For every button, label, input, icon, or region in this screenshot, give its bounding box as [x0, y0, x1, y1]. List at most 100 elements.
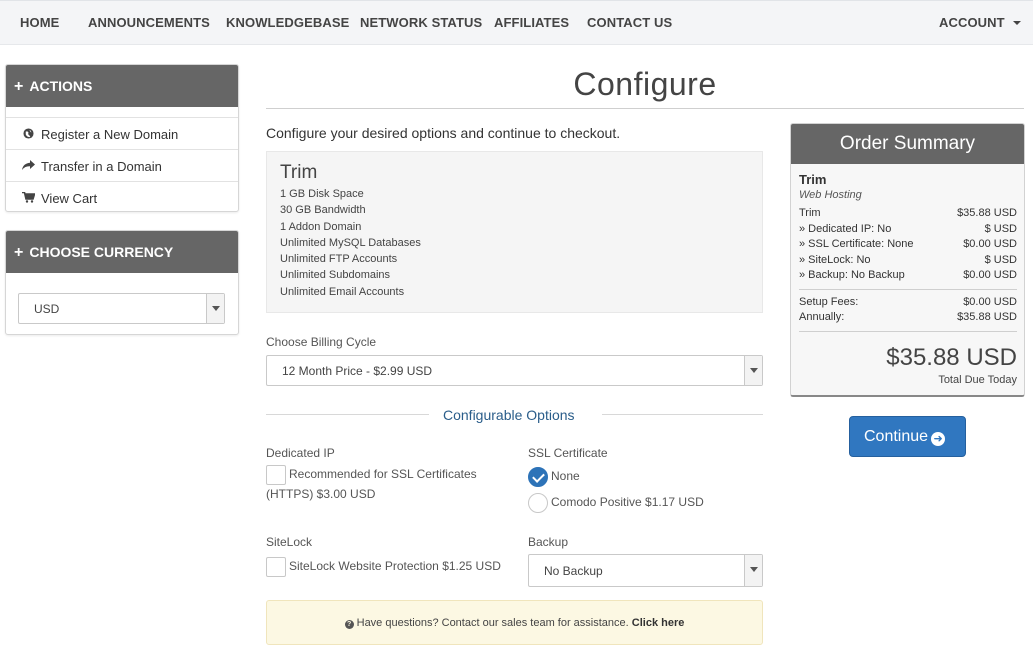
- ssl-comodo-radio[interactable]: [528, 493, 548, 513]
- billing-cycle-value: 12 Month Price - $2.99 USD: [282, 364, 433, 378]
- order-summary-panel: Order Summary Trim Web Hosting Trim $35.8…: [790, 123, 1025, 397]
- feature-item: Unlimited MySQL Databases: [280, 236, 421, 249]
- dedicated-ip-option-line2: (HTTPS) $3.00 USD: [266, 487, 376, 501]
- summary-fee-value: $0.00 USD: [963, 295, 1017, 308]
- dedicated-ip-option-line1: Recommended for SSL Certificates: [289, 467, 477, 481]
- nav-knowledgebase[interactable]: KNOWLEDGEBASE: [226, 15, 349, 30]
- chevron-down-icon: [206, 294, 224, 323]
- summary-line: Trim $35.88 USD: [799, 207, 1017, 223]
- summary-line-value: $ USD: [984, 222, 1017, 235]
- summary-total: $35.88 USD: [886, 343, 1017, 371]
- summary-divider: [799, 288, 1017, 290]
- actions-panel: + ACTIONS Register a New Domain Transfer …: [5, 64, 239, 212]
- currency-select-value: USD: [34, 302, 60, 316]
- sitelock-checkbox[interactable]: [266, 557, 286, 577]
- feature-item: Unlimited Subdomains: [280, 269, 391, 282]
- summary-line-value: $ USD: [984, 253, 1017, 266]
- configurable-divider-left: [266, 414, 429, 415]
- dedicated-ip-checkbox[interactable]: [266, 465, 286, 485]
- currency-panel: + CHOOSE CURRENCY USD: [5, 230, 239, 335]
- product-name: Trim: [280, 162, 318, 183]
- summary-line-label: » SSL Certificate: None: [799, 238, 914, 250]
- summary-line-label: Trim: [799, 207, 821, 219]
- backup-label: Backup: [528, 535, 569, 549]
- summary-line-value: $0.00 USD: [963, 238, 1017, 250]
- summary-line-label: » Dedicated IP: No: [799, 222, 892, 235]
- order-summary-title: Order Summary: [791, 124, 1024, 164]
- nav-network-status[interactable]: NETWORK STATUS: [360, 15, 482, 30]
- arrow-right-circle-icon: ➜: [931, 432, 946, 446]
- backup-select[interactable]: No Backup: [528, 554, 763, 587]
- actions-panel-title: ACTIONS: [29, 78, 93, 94]
- currency-panel-title: CHOOSE CURRENCY: [29, 244, 174, 260]
- summary-product-name: Trim: [799, 172, 827, 187]
- summary-fee-line: Annually: $35.88 USD: [799, 311, 1017, 327]
- sidebar-item-label: Register a New Domain: [41, 127, 179, 142]
- nav-contact-us[interactable]: CONTACT US: [587, 15, 672, 30]
- summary-line-value: $35.88 USD: [957, 207, 1017, 219]
- billing-cycle-label: Choose Billing Cycle: [266, 335, 377, 349]
- dedicated-ip-label: Dedicated IP: [266, 446, 335, 460]
- continue-button-label: Continue: [864, 428, 929, 445]
- feature-item: 30 GB Bandwidth: [280, 204, 366, 217]
- continue-button[interactable]: Continue ➜: [849, 416, 966, 457]
- sitelock-label: SiteLock: [266, 535, 313, 549]
- sidebar-item-label: Transfer in a Domain: [41, 159, 162, 174]
- summary-total-label: Total Due Today: [938, 373, 1017, 386]
- nav-home[interactable]: HOME: [20, 15, 59, 30]
- intro-text: Configure your desired options and conti…: [266, 125, 621, 141]
- help-text: Have questions? Contact our sales team f…: [356, 617, 629, 629]
- ssl-comodo-label: Comodo Positive $1.17 USD: [551, 495, 704, 509]
- sidebar-item-register-domain[interactable]: Register a New Domain: [6, 117, 238, 149]
- feature-item: 1 Addon Domain: [280, 220, 362, 233]
- ssl-certificate-label: SSL Certificate: [528, 446, 608, 460]
- summary-fee-label: Setup Fees:: [799, 295, 859, 308]
- summary-divider: [799, 330, 1017, 332]
- sidebar-item-transfer-domain[interactable]: Transfer in a Domain: [6, 149, 238, 181]
- summary-fee-label: Annually:: [799, 311, 845, 323]
- caret-down-icon: [1012, 20, 1021, 25]
- share-arrow-icon: [21, 160, 35, 174]
- currency-select[interactable]: USD: [18, 293, 225, 324]
- cart-icon: [21, 191, 36, 206]
- globe-icon: [21, 128, 35, 142]
- nav-affiliates[interactable]: AFFILIATES: [494, 15, 569, 30]
- chevron-down-icon: [744, 555, 762, 586]
- feature-list: 1 GB Disk Space 30 GB Bandwidth 1 Addon …: [280, 186, 421, 300]
- sidebar-item-view-cart[interactable]: View Cart: [6, 181, 238, 211]
- summary-line-label: » Backup: No Backup: [799, 269, 905, 281]
- summary-line: » Dedicated IP: No $ USD: [799, 223, 1017, 239]
- summary-line: » SiteLock: No $ USD: [799, 254, 1017, 270]
- feature-item: 1 GB Disk Space: [280, 188, 364, 200]
- billing-cycle-select[interactable]: 12 Month Price - $2.99 USD: [266, 355, 763, 386]
- product-info-box: Trim 1 GB Disk Space 30 GB Bandwidth 1 A…: [266, 151, 763, 313]
- summary-line: » SSL Certificate: None $0.00 USD: [799, 238, 1017, 254]
- question-circle-icon: ?: [344, 620, 354, 629]
- summary-product-group: Web Hosting: [799, 189, 862, 201]
- sitelock-option: SiteLock Website Protection $1.25 USD: [289, 559, 501, 573]
- configurable-divider-right: [602, 414, 763, 415]
- sidebar-item-label: View Cart: [41, 191, 98, 206]
- plus-icon: +: [14, 78, 24, 95]
- feature-item: Unlimited FTP Accounts: [280, 253, 398, 266]
- sales-help-box: ? Have questions? Contact our sales team …: [266, 600, 763, 645]
- summary-line: » Backup: No Backup $0.00 USD: [799, 269, 1017, 285]
- summary-line-label: » SiteLock: No: [799, 253, 871, 266]
- backup-select-value: No Backup: [544, 564, 603, 578]
- nav-account-menu[interactable]: ACCOUNT: [939, 15, 1021, 30]
- summary-fee-line: Setup Fees: $0.00 USD: [799, 296, 1017, 312]
- plus-icon: +: [14, 244, 24, 261]
- nav-account-label: ACCOUNT: [939, 15, 1005, 30]
- ssl-none-radio[interactable]: [528, 467, 548, 487]
- summary-line-value: $0.00 USD: [963, 269, 1017, 281]
- configurable-options-title: Configurable Options: [443, 407, 575, 423]
- summary-fee-value: $35.88 USD: [957, 311, 1017, 323]
- help-click-here-link[interactable]: Click here: [632, 617, 685, 629]
- page-title: Configure: [573, 66, 717, 102]
- title-divider: [266, 108, 1024, 109]
- top-navigation: HOME ANNOUNCEMENTS KNOWLEDGEBASE NETWORK…: [0, 0, 1033, 45]
- feature-item: Unlimited Email Accounts: [280, 285, 405, 298]
- ssl-none-label: None: [551, 469, 580, 483]
- nav-announcements[interactable]: ANNOUNCEMENTS: [88, 15, 210, 30]
- chevron-down-icon: [744, 356, 762, 385]
